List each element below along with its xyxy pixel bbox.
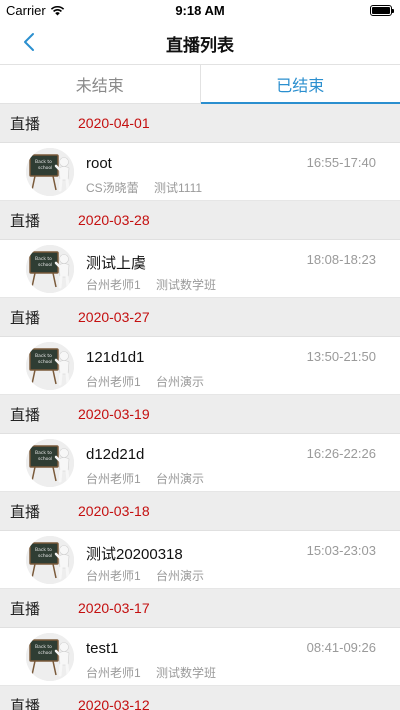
live-meta: 台州老师1 台州演示: [86, 373, 204, 390]
class-name: 测试数学班: [156, 666, 217, 680]
back-to-school-thumbnail: Back to school: [26, 342, 74, 390]
group-date: 2020-03-12: [78, 697, 150, 710]
svg-text:Back to: Back to: [35, 450, 52, 456]
live-list-item[interactable]: Back to school 测试上虞 台州老师1 测试数学班 18:08-18…: [0, 240, 400, 298]
live-list-item[interactable]: Back to school 121d1d1 台州老师1 台州演示 13:50-…: [0, 337, 400, 395]
live-meta: 台州老师1 台州演示: [86, 470, 204, 487]
live-title: 121d1d1: [86, 349, 145, 366]
back-to-school-thumbnail: Back to school: [26, 148, 74, 196]
time-range: 18:08-18:23: [306, 252, 376, 267]
status-time: 9:18 AM: [175, 3, 225, 18]
live-meta: 台州老师1 测试数学班: [86, 664, 216, 681]
svg-text:school: school: [38, 165, 52, 171]
svg-text:school: school: [38, 456, 52, 462]
svg-text:Back to: Back to: [35, 159, 52, 165]
class-name: 台州演示: [156, 569, 205, 583]
nav-bar: 直播列表: [0, 20, 400, 64]
tab-unfinished[interactable]: 未结束: [0, 65, 200, 103]
teacher-name: CS汤晓蕾: [86, 181, 139, 195]
tab-bar: 未结束 已结束: [0, 64, 400, 104]
page-title: 直播列表: [166, 36, 234, 55]
group-date: 2020-04-01: [78, 115, 150, 131]
teacher-name: 台州老师1: [86, 472, 141, 486]
live-list-item[interactable]: Back to school d12d21d 台州老师1 台州演示 16:26-…: [0, 434, 400, 492]
live-meta: CS汤晓蕾 测试1111: [86, 179, 202, 196]
teacher-name: 台州老师1: [86, 666, 141, 680]
live-meta: 台州老师1 台州演示: [86, 567, 204, 584]
back-to-school-thumbnail: Back to school: [26, 633, 74, 681]
date-group-header: 直播 2020-03-18: [0, 492, 400, 531]
battery-icon: [370, 5, 394, 16]
svg-text:school: school: [38, 553, 52, 559]
teacher-name: 台州老师1: [86, 375, 141, 389]
svg-text:Back to: Back to: [35, 644, 52, 650]
status-bar: Carrier 9:18 AM: [0, 0, 400, 20]
time-range: 16:55-17:40: [306, 155, 376, 170]
date-group-header: 直播 2020-03-27: [0, 298, 400, 337]
live-title: root: [86, 155, 112, 172]
back-to-school-thumbnail: Back to school: [26, 536, 74, 584]
tab-finished[interactable]: 已结束: [199, 65, 400, 104]
svg-text:Back to: Back to: [35, 353, 52, 359]
teacher-name: 台州老师1: [86, 569, 141, 583]
date-group-header: 直播 2020-04-01: [0, 104, 400, 143]
group-type-label: 直播: [10, 212, 41, 230]
group-type-label: 直播: [10, 406, 41, 424]
teacher-name: 台州老师1: [86, 278, 141, 292]
time-range: 08:41-09:26: [306, 640, 376, 655]
group-type-label: 直播: [10, 600, 41, 618]
live-title: 测试20200318: [86, 546, 183, 563]
live-list-item[interactable]: Back to school 测试20200318 台州老师1 台州演示 15:…: [0, 531, 400, 589]
time-range: 16:26-22:26: [306, 446, 376, 461]
class-name: 测试数学班: [156, 278, 217, 292]
svg-text:school: school: [38, 650, 52, 656]
group-type-label: 直播: [10, 309, 41, 327]
group-date: 2020-03-28: [78, 212, 150, 228]
class-name: 台州演示: [156, 375, 205, 389]
group-date: 2020-03-27: [78, 309, 150, 325]
live-title: 测试上虞: [86, 255, 147, 272]
date-group-header: 直播 2020-03-17: [0, 589, 400, 628]
group-type-label: 直播: [10, 115, 41, 133]
live-list: 直播 2020-04-01 Back to school root CS汤晓蕾 …: [0, 104, 400, 710]
date-group-header: 直播 2020-03-28: [0, 201, 400, 240]
class-name: 台州演示: [156, 472, 205, 486]
live-title: d12d21d: [86, 446, 145, 463]
class-name: 测试1111: [154, 181, 203, 195]
svg-text:school: school: [38, 262, 52, 268]
back-to-school-thumbnail: Back to school: [26, 439, 74, 487]
live-meta: 台州老师1 测试数学班: [86, 276, 216, 293]
live-title: test1: [86, 640, 119, 657]
time-range: 13:50-21:50: [306, 349, 376, 364]
live-list-item[interactable]: Back to school test1 台州老师1 测试数学班 08:41-0…: [0, 628, 400, 686]
group-date: 2020-03-17: [78, 600, 150, 616]
date-group-header: 直播 2020-03-19: [0, 395, 400, 434]
group-type-label: 直播: [10, 697, 41, 710]
date-group-header: 直播 2020-03-12: [0, 686, 400, 710]
group-type-label: 直播: [10, 503, 41, 521]
back-to-school-thumbnail: Back to school: [26, 245, 74, 293]
time-range: 15:03-23:03: [306, 543, 376, 558]
live-list-item[interactable]: Back to school root CS汤晓蕾 测试1111 16:55-1…: [0, 143, 400, 201]
svg-text:school: school: [38, 359, 52, 365]
group-date: 2020-03-18: [78, 503, 150, 519]
svg-text:Back to: Back to: [35, 547, 52, 553]
svg-text:Back to: Back to: [35, 256, 52, 262]
group-date: 2020-03-19: [78, 406, 150, 422]
